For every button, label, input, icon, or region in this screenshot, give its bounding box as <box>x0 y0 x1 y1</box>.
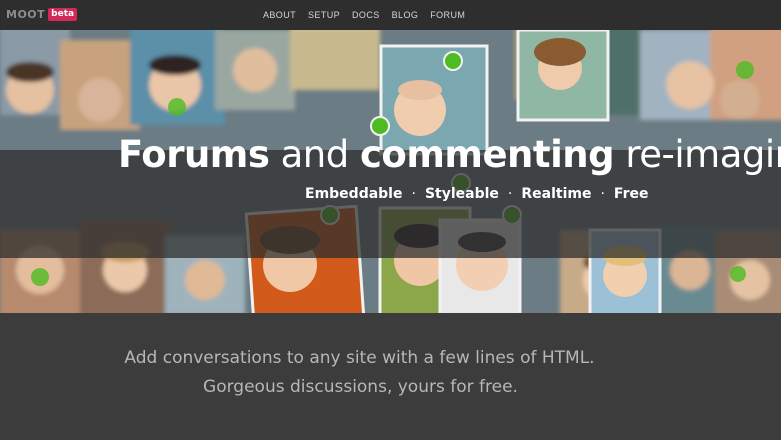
feature-free: Free <box>613 186 649 202</box>
brand-name: MOOT <box>6 8 46 21</box>
headline-forums: Forums <box>118 133 270 176</box>
feature-embeddable: Embeddable <box>305 186 403 202</box>
nav-link-setup[interactable]: SETUP <box>308 10 340 20</box>
top-nav: MOOT beta ABOUT SETUP DOCS BLOG FORUM <box>0 0 781 30</box>
headline-reimagined: re-imagin <box>614 133 781 176</box>
logo[interactable]: MOOT beta <box>6 8 78 21</box>
feature-styleable: Styleable <box>424 186 499 202</box>
feature-realtime: Realtime <box>521 186 592 202</box>
nav-link-about[interactable]: ABOUT <box>263 10 296 20</box>
beta-badge: beta <box>48 8 78 21</box>
tagline-line-1: Add conversations to any site with a few… <box>124 348 595 368</box>
separator-dot: · <box>411 186 416 202</box>
separator-dot: · <box>600 186 605 202</box>
nav-link-blog[interactable]: BLOG <box>392 10 419 20</box>
headline-and: and <box>269 133 360 176</box>
nav-link-docs[interactable]: DOCS <box>352 10 380 20</box>
nav-menu: ABOUT SETUP DOCS BLOG FORUM <box>263 10 465 20</box>
separator-dot: · <box>507 186 513 202</box>
feature-list: Embeddable · Styleable · Realtime · Free <box>305 186 648 202</box>
tagline-line-2: Gorgeous discussions, yours for free. <box>203 377 518 397</box>
hero-headline: Forums and commenting re-imagin <box>118 133 781 176</box>
nav-link-forum[interactable]: FORUM <box>430 10 465 20</box>
headline-commenting: commenting <box>360 133 615 176</box>
